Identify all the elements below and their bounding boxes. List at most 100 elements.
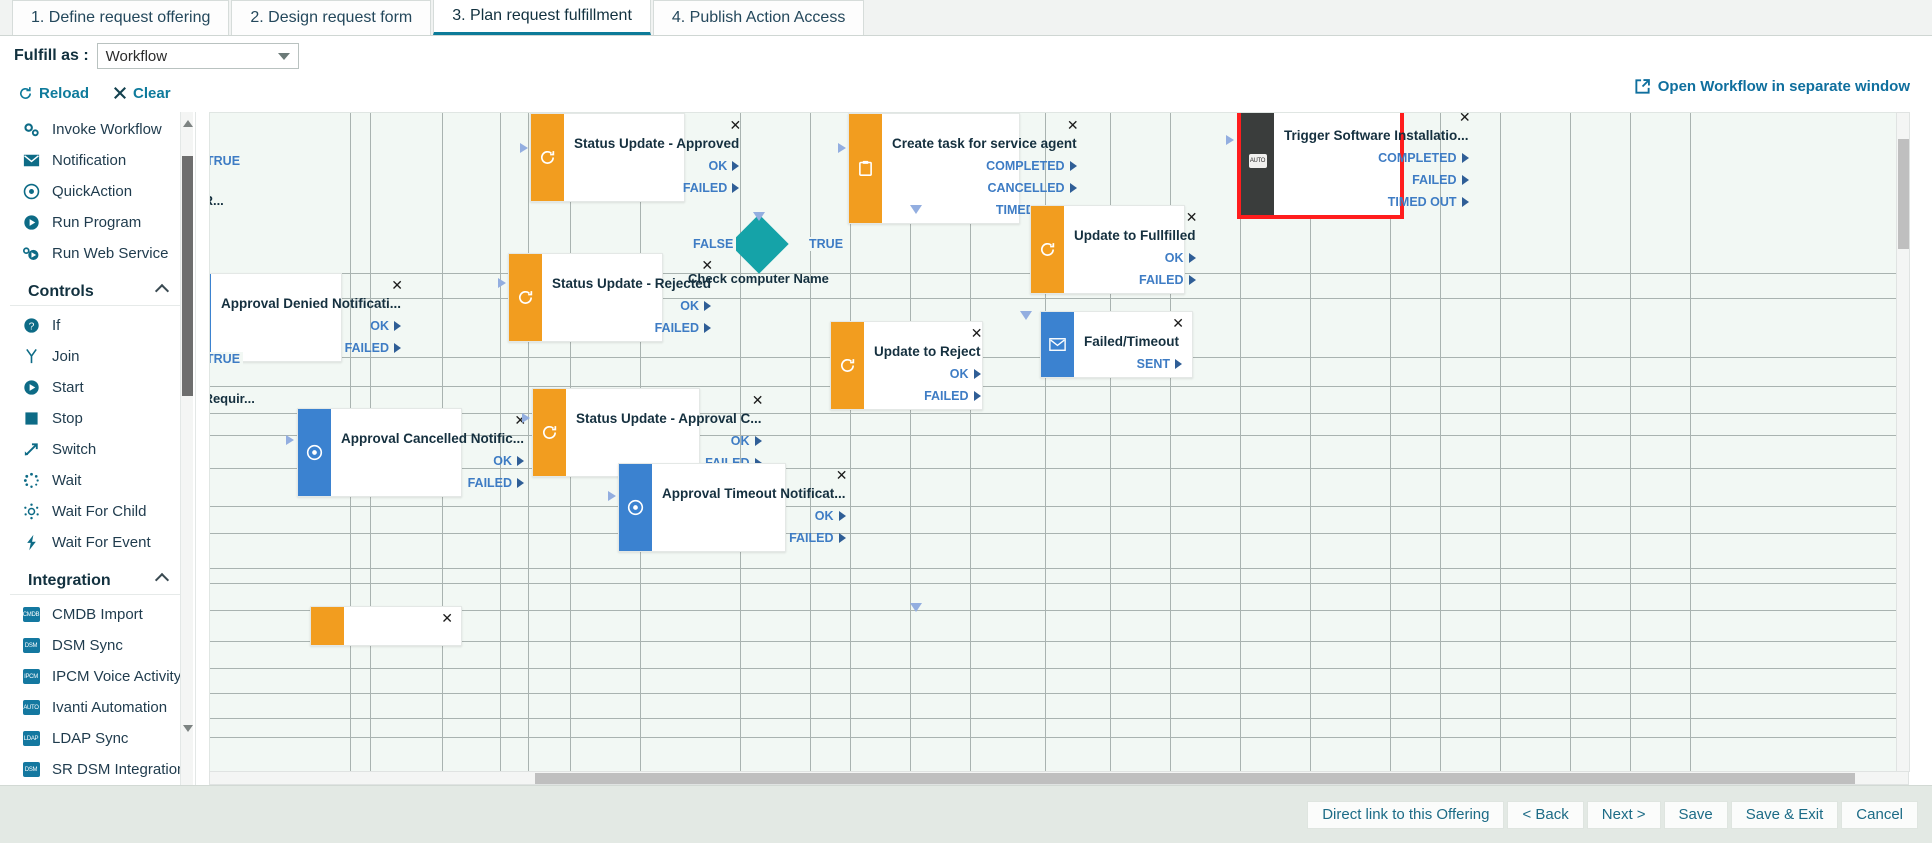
node-port-ok[interactable]: OK <box>574 159 740 173</box>
tab-1[interactable]: 1. Define request offering <box>12 0 230 35</box>
workflow-node-approval-cancelled-notification[interactable]: ✕ Approval Cancelled Notific... OK FAILED <box>297 408 526 497</box>
close-icon[interactable]: ✕ <box>441 612 453 626</box>
close-icon[interactable]: ✕ <box>1459 113 1471 125</box>
palette-item-join[interactable]: Join <box>0 341 195 372</box>
node-port-failed[interactable]: FAILED <box>874 389 981 403</box>
palette-item-if[interactable]: ? If <box>0 310 195 341</box>
connector-line <box>210 641 1908 643</box>
arrow-head-icon <box>910 603 922 612</box>
port-arrow-icon <box>517 456 525 466</box>
canvas-hscroll-thumb[interactable] <box>535 773 1855 784</box>
node-port-cancelled[interactable]: CANCELLED <box>892 181 1077 195</box>
workflow-node-status-update-approved[interactable]: ✕ Status Update - Approved OK FAILED <box>530 113 741 202</box>
palette-item-invoke-workflow[interactable]: Invoke Workflow <box>0 114 195 145</box>
workflow-node-create-task-for-service-agent[interactable]: ✕ Create task for service agent COMPLETED C… <box>848 113 1079 224</box>
canvas-vscroll-thumb[interactable] <box>1898 139 1909 249</box>
workflow-node-update-to-fullfilled[interactable]: ✕ Update to Fullfilled OK FAILED <box>1030 205 1198 294</box>
node-port-failed[interactable]: FAILED <box>552 321 712 335</box>
decision-false-label: FALSE <box>690 237 737 251</box>
node-port-ok[interactable]: OK <box>341 454 525 468</box>
close-icon[interactable]: ✕ <box>1172 317 1184 331</box>
workflow-node-update-to-reject[interactable]: ✕ Update to Reject OK FAILED <box>830 321 983 410</box>
sidebar-scroll-thumb[interactable] <box>182 156 193 396</box>
palette-item-ivanti-automation[interactable]: AUTO Ivanti Automation <box>0 692 195 723</box>
node-port-failed[interactable]: FAILED <box>221 341 402 355</box>
palette-item-label: Join <box>52 348 80 365</box>
footer-button-cancel[interactable]: Cancel <box>1841 800 1918 829</box>
node-port-timed-out[interactable]: TIMED OUT <box>1284 195 1469 209</box>
footer-button-save-exit[interactable]: Save & Exit <box>1730 800 1839 829</box>
open-workflow-separate-window-button[interactable]: Open Workflow in separate window <box>1634 78 1910 95</box>
palette-item-wait[interactable]: Wait <box>0 465 195 496</box>
node-title: Approval Timeout Notificat... <box>662 486 846 501</box>
palette-item-stop[interactable]: Stop <box>0 403 195 434</box>
footer-button-direct-link-to-this-offering[interactable]: Direct link to this Offering <box>1307 800 1505 829</box>
tab-3[interactable]: 3. Plan request fulfillment <box>433 0 651 35</box>
palette-item-wait-for-event[interactable]: Wait For Event <box>0 527 195 558</box>
node-title: Update to Reject <box>874 344 981 359</box>
palette-item-wait-for-child[interactable]: Wait For Child <box>0 496 195 527</box>
palette-section-controls[interactable]: Controls <box>10 275 185 306</box>
palette-item-quickaction[interactable]: QuickAction <box>0 176 195 207</box>
node-port-failed[interactable]: FAILED <box>341 476 525 490</box>
node-port-failed[interactable]: FAILED <box>1284 173 1469 187</box>
palette-item-ldap-sync[interactable]: LDAP LDAP Sync <box>0 723 195 754</box>
sidebar-scrollbar[interactable] <box>180 112 193 792</box>
palette-item-label: Stop <box>52 410 83 427</box>
palette-item-switch[interactable]: Switch <box>0 434 195 465</box>
workflow-node-approval-timeout-notification[interactable]: ✕ Approval Timeout Notificat... OK FAILED <box>618 463 848 552</box>
palette-section-integration[interactable]: Integration <box>10 564 185 595</box>
footer-button-back[interactable]: < Back <box>1507 800 1584 829</box>
external-link-icon <box>1635 79 1650 94</box>
node-port-failed[interactable]: FAILED <box>1074 273 1196 287</box>
palette-item-run-web-service[interactable]: Run Web Service <box>0 238 195 269</box>
palette-item-sr-dsm-integration[interactable]: DSM SR DSM Integration <box>0 754 195 785</box>
node-port-ok[interactable]: OK <box>874 367 981 381</box>
decision-diamond-check-computer-name[interactable] <box>729 214 789 274</box>
tab-4[interactable]: 4. Publish Action Access <box>652 0 865 35</box>
fulfill-as-value: Workflow <box>105 47 168 65</box>
close-icon[interactable]: ✕ <box>1186 211 1198 225</box>
close-icon[interactable]: ✕ <box>391 279 403 293</box>
fulfill-as-select[interactable]: Workflow <box>96 43 299 69</box>
canvas-vertical-scrollbar[interactable] <box>1896 112 1910 772</box>
canvas-horizontal-scrollbar[interactable] <box>209 771 1909 785</box>
footer-button-save[interactable]: Save <box>1663 800 1728 829</box>
palette-item-dsm-sync[interactable]: DSM DSM Sync <box>0 630 195 661</box>
workflow-node-bottom-partial-node[interactable]: ✕ <box>310 606 462 646</box>
scroll-down-icon[interactable] <box>183 725 193 732</box>
palette-item-run-program[interactable]: Run Program <box>0 207 195 238</box>
node-port-completed[interactable]: COMPLETED <box>892 159 1077 173</box>
node-type-strip <box>533 389 566 476</box>
node-port-ok[interactable]: OK <box>1074 251 1196 265</box>
close-icon[interactable]: ✕ <box>730 119 742 133</box>
node-port-ok[interactable]: OK <box>552 299 712 313</box>
palette-item-ipcm-voice-activity[interactable]: IPCM IPCM Voice Activity <box>0 661 195 692</box>
workflow-node-trigger-software-installation[interactable]: AUTO ✕ Trigger Software Installatio... COMP… <box>1238 113 1471 218</box>
close-icon[interactable]: ✕ <box>1067 119 1079 133</box>
scroll-up-icon[interactable] <box>183 120 193 127</box>
workflow-node-approval-denied-notification[interactable]: ✕ Approval Denied Notificati... OK FAILED <box>210 273 403 362</box>
workflow-node-failed-timeout[interactable]: ✕ Failed/Timeout SENT <box>1040 311 1193 378</box>
palette-item-start[interactable]: Start <box>0 372 195 403</box>
close-icon[interactable]: ✕ <box>752 394 764 408</box>
close-icon[interactable]: ✕ <box>836 469 848 483</box>
node-port-sent[interactable]: SENT <box>1084 357 1182 371</box>
clear-button[interactable]: Clear <box>113 85 171 102</box>
node-body: ✕ Update to Fullfilled OK FAILED <box>1064 206 1206 293</box>
node-port-failed[interactable]: FAILED <box>574 181 740 195</box>
node-port-ok[interactable]: OK <box>576 434 762 448</box>
workflow-canvas[interactable]: ✕ Status Update - Approved OK FAILED ✕ Create… <box>209 112 1909 772</box>
close-icon[interactable]: ✕ <box>971 327 983 341</box>
integration-badge: DSM <box>22 638 40 653</box>
node-port-ok[interactable]: OK <box>221 319 402 333</box>
workflow-node-status-update-rejected[interactable]: ✕ Status Update - Rejected OK FAILED <box>508 253 713 342</box>
node-port-ok[interactable]: OK <box>662 509 846 523</box>
palette-item-notification[interactable]: Notification <box>0 145 195 176</box>
tab-2[interactable]: 2. Design request form <box>231 0 432 35</box>
footer-button-next[interactable]: Next > <box>1586 800 1661 829</box>
node-port-completed[interactable]: COMPLETED <box>1284 151 1469 165</box>
reload-button[interactable]: Reload <box>18 85 89 102</box>
node-port-failed[interactable]: FAILED <box>662 531 846 545</box>
palette-item-cmdb-import[interactable]: CMDB CMDB Import <box>0 599 195 630</box>
